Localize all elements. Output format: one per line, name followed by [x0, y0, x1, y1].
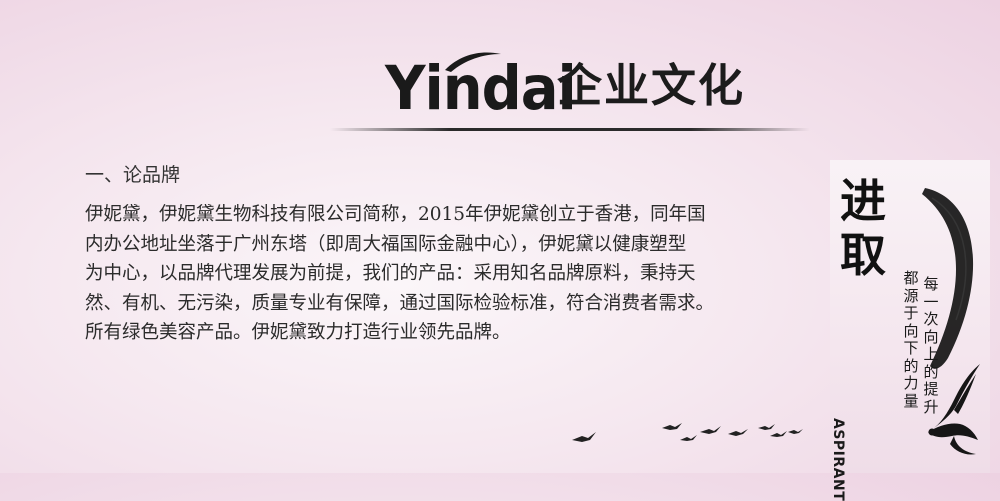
artwork-panel: 进取 每一次向上的提升 都源于向下的力量 ASPIRANT — [830, 160, 990, 501]
body-line: 然、有机、无污染，质量专业有保障，通过国际检验标准，符合消费者需求。 — [85, 292, 715, 314]
calligraphy-text: 进取 — [840, 174, 886, 282]
header-divider — [330, 128, 810, 131]
body-line: 伊妮黛，伊妮黛生物科技有限公司简称，2015年伊妮黛创立于香港，同年国 — [85, 204, 706, 225]
body-line: 内办公地址坐落于广州东塔（即周大福国际金融中心），伊妮黛以健康塑型 — [85, 233, 687, 255]
body-line: 所有绿色美容产品。伊妮黛致力打造行业领先品牌。 — [85, 322, 511, 344]
logo-swoosh-icon — [445, 52, 501, 72]
eagle-icon — [928, 364, 980, 455]
slogan-column-2: 都源于向下的力量 — [903, 269, 919, 410]
page-title: 企业文化 — [557, 59, 746, 112]
body-line: 为中心，以品牌代理发展为前提，我们的产品：采用知名品牌原料，秉持天 — [85, 263, 696, 285]
flying-birds-icon — [572, 423, 803, 442]
section-heading: 一、论品牌 — [85, 164, 181, 186]
english-slogan: ASPIRANT — [830, 418, 846, 501]
section-body: 伊妮黛，伊妮黛生物科技有限公司简称，2015年伊妮黛创立于香港，同年国 内办公地… — [85, 200, 825, 348]
brand-header: Yindai 企业文化 — [385, 48, 805, 120]
